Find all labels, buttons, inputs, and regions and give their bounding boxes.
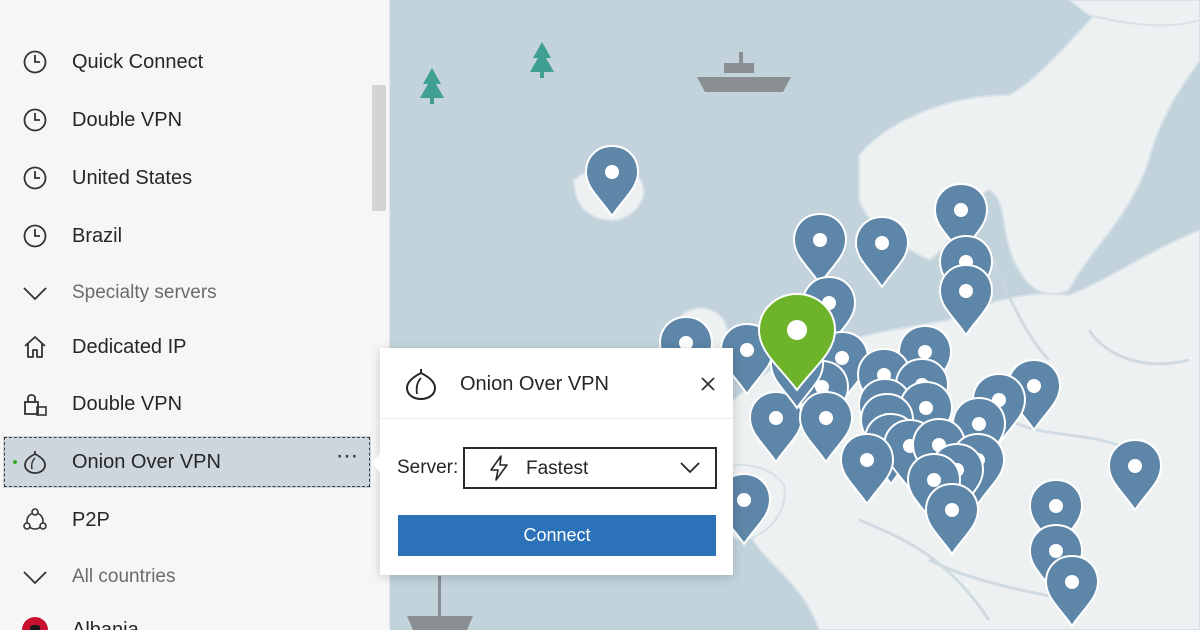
lock-icon [21,390,49,418]
lightning-icon [487,455,511,481]
more-options-button[interactable]: ⋯ [336,445,359,467]
sidebar-item-double-vpn-recent[interactable]: Double VPN [0,95,371,145]
chevron-down-icon [21,279,49,307]
clock-icon [21,48,49,76]
albania-flag-icon [21,616,49,630]
chevron-down-icon [21,563,49,591]
nordvpn-window: Quick Connect Double VPN United States B… [0,0,1200,630]
sidebar-item-label: P2P [72,508,110,531]
chevron-down-icon [679,460,701,476]
connect-button[interactable]: Connect [398,515,716,556]
server-popup: Onion Over VPN Server: Fastest Connect [371,348,733,575]
clock-icon [21,222,49,250]
sidebar-section-all-countries[interactable]: All countries [0,552,371,602]
close-icon[interactable] [698,374,718,394]
sidebar-item-quick-connect[interactable]: Quick Connect [0,37,371,87]
popup-title: Onion Over VPN [460,373,609,395]
sidebar-item-onion-over-vpn[interactable]: Onion Over VPN ⋯ [3,436,371,488]
sidebar-item-label: Quick Connect [72,50,204,73]
sidebar-item-united-states[interactable]: United States [0,153,371,203]
sidebar-item-label: Brazil [72,224,123,247]
server-dropdown[interactable]: Fastest [463,447,717,489]
sidebar-item-label: Double VPN [72,392,183,415]
p2p-icon [21,506,49,534]
sidebar-item-double-vpn[interactable]: Double VPN [0,379,371,429]
popup-arrow [371,453,381,473]
sidebar: Quick Connect Double VPN United States B… [0,0,390,630]
server-dropdown-value: Fastest [526,458,589,479]
clock-icon [21,164,49,192]
sidebar-item-p2p[interactable]: P2P [0,495,371,545]
sidebar-item-label: Albania [72,618,139,630]
sidebar-scrollbar[interactable] [372,85,386,211]
sidebar-item-label: United States [72,166,193,189]
sidebar-item-label: Dedicated IP [72,335,187,358]
sidebar-item-label: Onion Over VPN [72,450,221,473]
sidebar-item-brazil[interactable]: Brazil [0,211,371,261]
sidebar-section-specialty-servers[interactable]: Specialty servers [0,268,371,318]
sidebar-item-albania[interactable]: Albania [0,605,371,630]
onion-icon [404,367,438,401]
sidebar-section-label: Specialty servers [72,282,217,303]
active-indicator [13,460,17,464]
home-icon [21,333,49,361]
sidebar-section-label: All countries [72,566,176,587]
sidebar-item-label: Double VPN [72,108,183,131]
clock-icon [21,106,49,134]
onion-icon [21,448,49,476]
popup-header: Onion Over VPN [380,348,733,419]
sidebar-item-dedicated-ip[interactable]: Dedicated IP [0,322,371,372]
server-label: Server: [397,457,459,478]
